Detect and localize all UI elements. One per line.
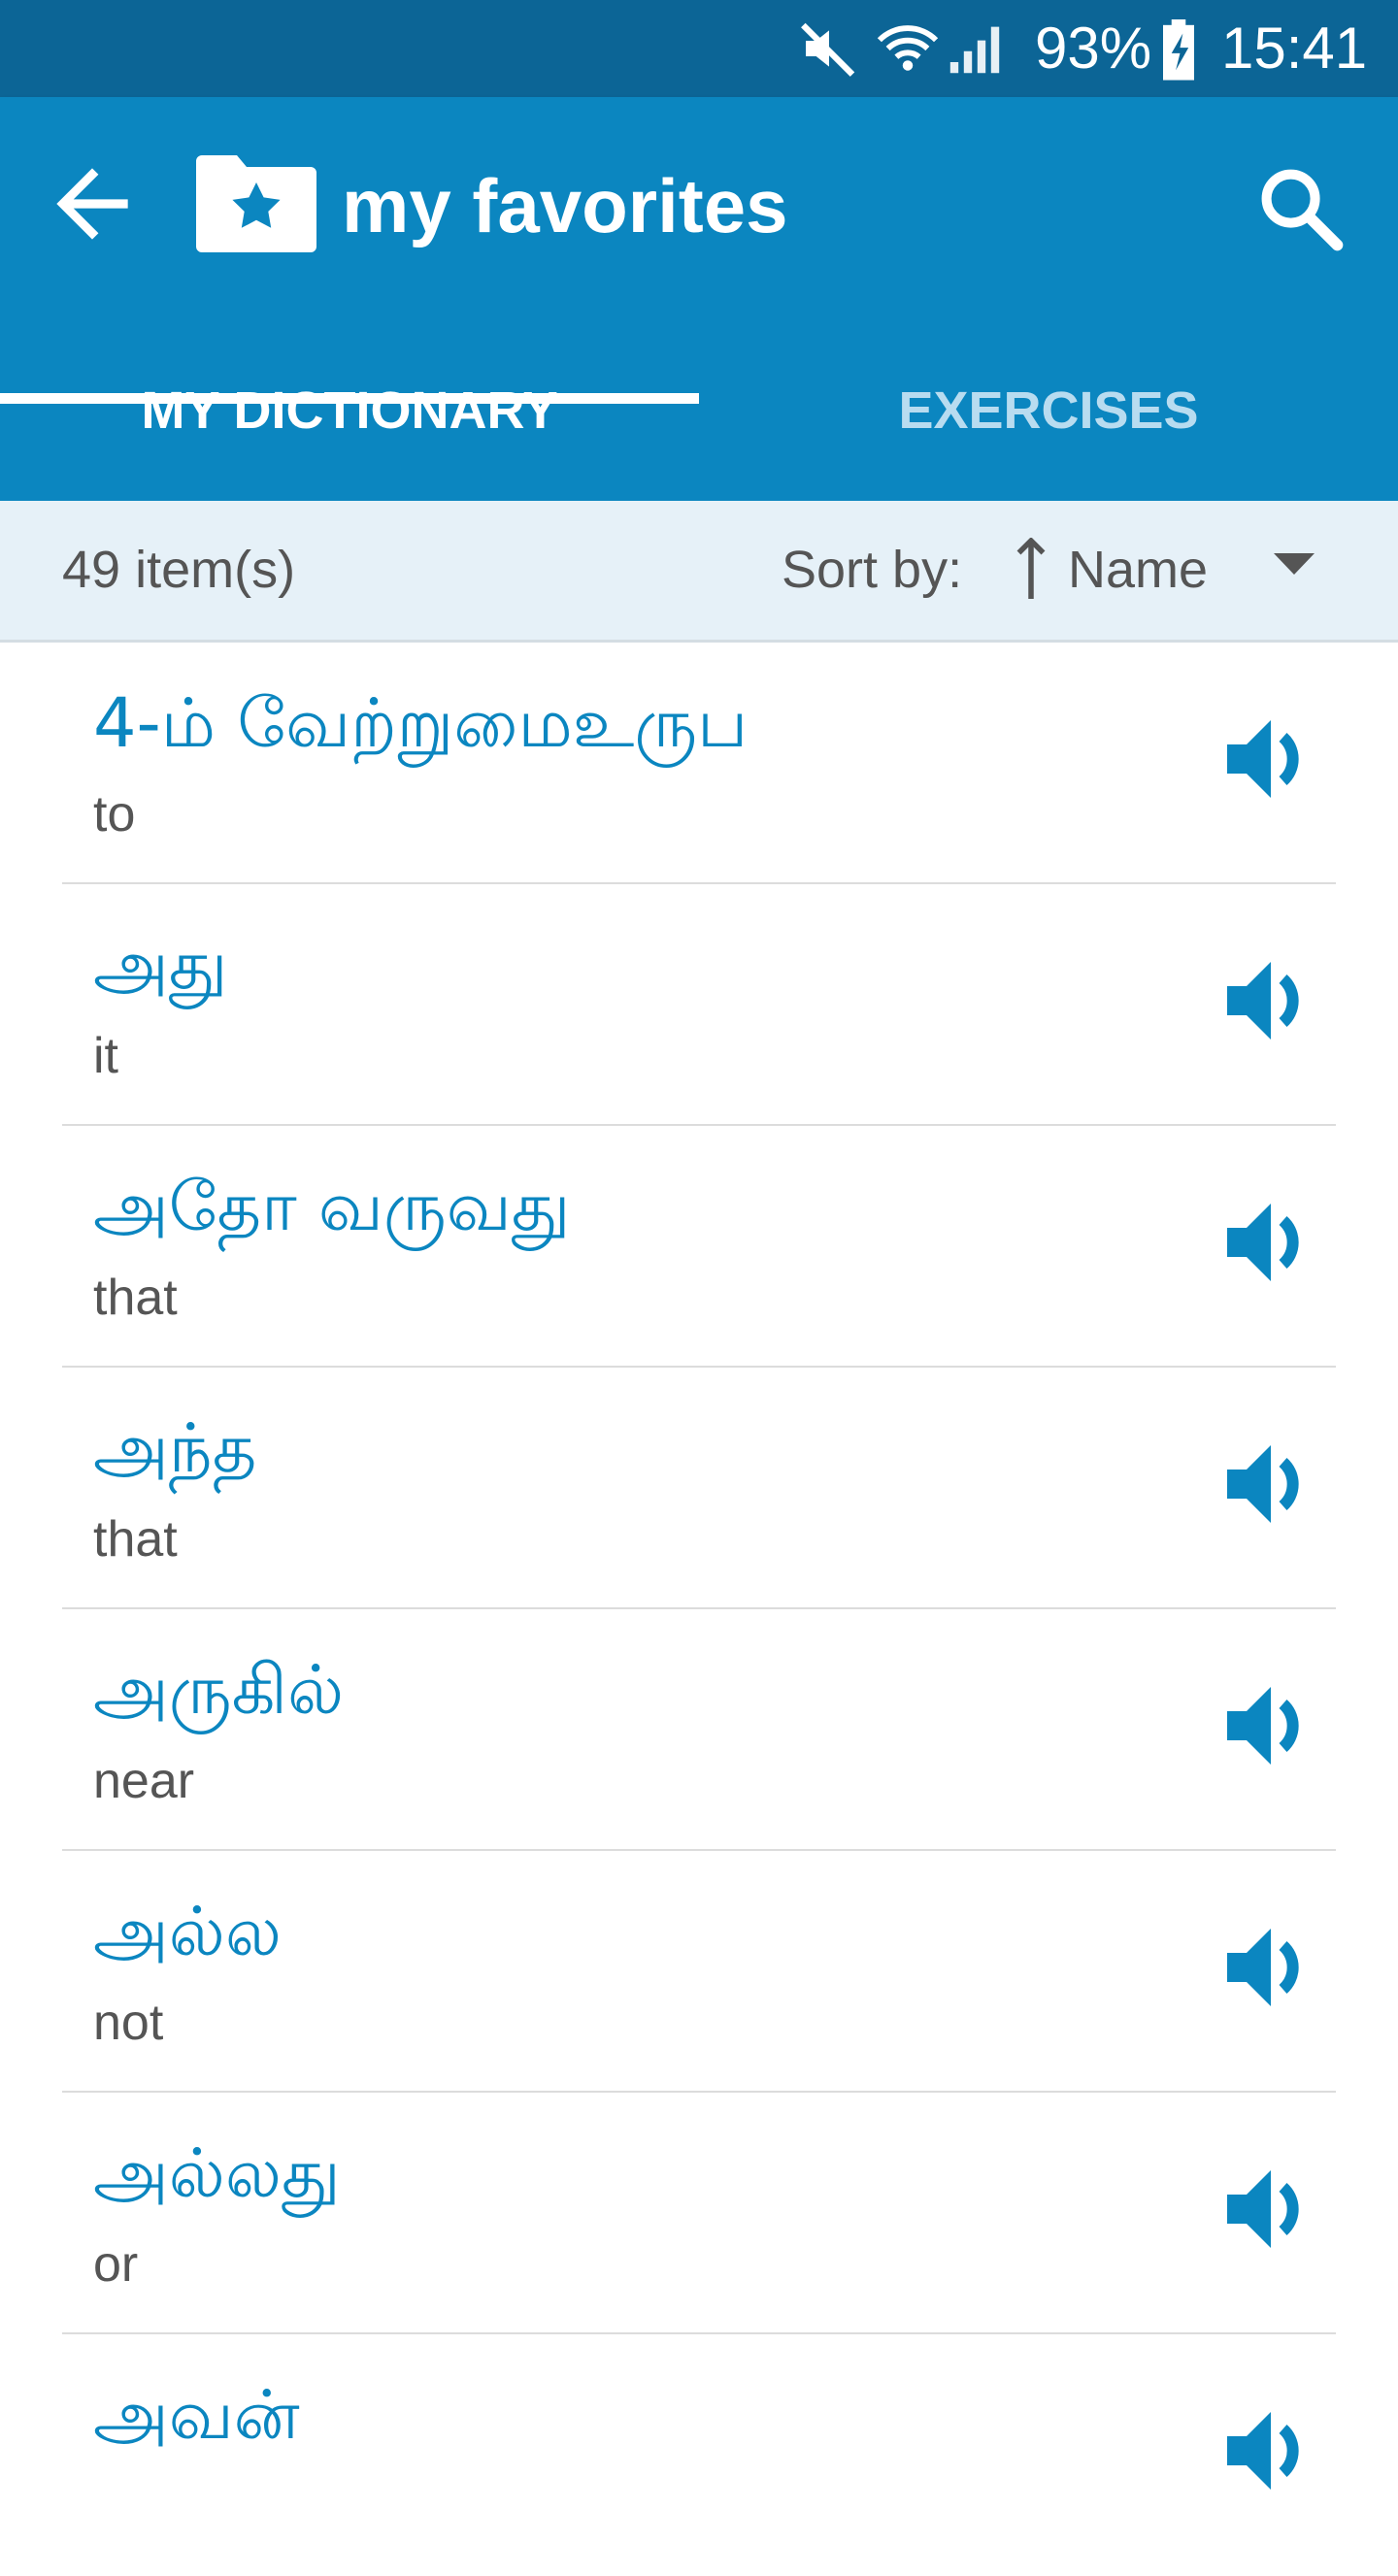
play-audio-button[interactable] (1208, 1426, 1324, 1542)
sort-ascending-icon[interactable] (1012, 538, 1050, 602)
word-term: அதோ வருவது (93, 1167, 571, 1246)
speaker-icon (1227, 1687, 1299, 1765)
list-item[interactable]: அந்த that (62, 1368, 1336, 1609)
clock: 15:41 (1221, 16, 1368, 81)
word-translation: it (93, 1028, 118, 1084)
word-translation: or (93, 2236, 139, 2293)
tab-exercises[interactable]: EXERCISES (699, 262, 1398, 440)
battery-percent: 93% (1035, 16, 1152, 81)
speaker-icon (1227, 1445, 1299, 1523)
speaker-icon (1227, 2170, 1299, 2248)
list-item[interactable]: அது it (62, 884, 1336, 1126)
play-audio-button[interactable] (1208, 1668, 1324, 1784)
word-term: அவன் (93, 2375, 300, 2455)
play-audio-button[interactable] (1208, 2151, 1324, 2267)
battery-charging-icon (1163, 19, 1194, 81)
word-term: அந்த (93, 1408, 257, 1488)
search-icon (1261, 169, 1344, 251)
list-toolbar: 49 item(s) Sort by: Name (0, 501, 1398, 643)
chevron-down-icon[interactable] (1272, 549, 1316, 578)
list-item[interactable]: அல்லது or (62, 2093, 1336, 2334)
sort-select[interactable]: Name (1068, 538, 1208, 602)
play-audio-button[interactable] (1208, 2393, 1324, 2509)
word-term: அல்ல (93, 1892, 283, 1971)
list-item[interactable]: அல்ல not (62, 1851, 1336, 2093)
speaker-icon (1227, 1204, 1299, 1281)
back-button[interactable] (39, 150, 146, 257)
signal-icon (949, 26, 1000, 74)
play-audio-button[interactable] (1208, 1909, 1324, 2026)
list-item[interactable]: அதோ வருவது that (62, 1126, 1336, 1368)
word-translation: that (93, 1511, 178, 1568)
active-tab-indicator (0, 393, 699, 404)
word-list: 4-ம் வேற்றுமைஉருப to அது it அதோ வருவது t… (62, 643, 1336, 2576)
word-translation: that (93, 1270, 178, 1326)
word-term: அது (93, 925, 228, 1005)
search-button[interactable] (1252, 160, 1349, 257)
item-count: 49 item(s) (62, 541, 296, 599)
word-translation: not (93, 1995, 164, 2051)
mute-icon (801, 22, 855, 77)
wifi-icon (877, 25, 939, 71)
word-term: 4-ம் வேற்றுமைஉருப (93, 683, 749, 763)
word-term: அல்லது (93, 2133, 341, 2213)
speaker-icon (1227, 720, 1299, 798)
speaker-icon (1227, 1929, 1299, 2006)
page-title: my favorites (342, 163, 788, 248)
play-audio-button[interactable] (1208, 1184, 1324, 1301)
speaker-icon (1227, 2412, 1299, 2490)
play-audio-button[interactable] (1208, 942, 1324, 1059)
back-arrow-icon (56, 168, 128, 240)
play-audio-button[interactable] (1208, 701, 1324, 817)
sort-label: Sort by: (782, 541, 963, 599)
list-item[interactable]: அருகில் near (62, 1609, 1336, 1851)
word-translation: near (93, 1753, 195, 1809)
word-term: அருகில் (93, 1650, 345, 1730)
status-bar: 93% 15:41 (0, 0, 1398, 97)
word-translation: to (93, 786, 136, 842)
list-item[interactable]: 4-ம் வேற்றுமைஉருப to (62, 643, 1336, 884)
tab-label: EXERCISES (898, 381, 1199, 440)
list-item[interactable]: அவன் (62, 2334, 1336, 2576)
tab-label: MY DICTIONARY (141, 381, 558, 440)
favorites-folder-icon (196, 155, 316, 252)
speaker-icon (1227, 962, 1299, 1040)
tab-my-dictionary[interactable]: MY DICTIONARY (0, 262, 699, 440)
